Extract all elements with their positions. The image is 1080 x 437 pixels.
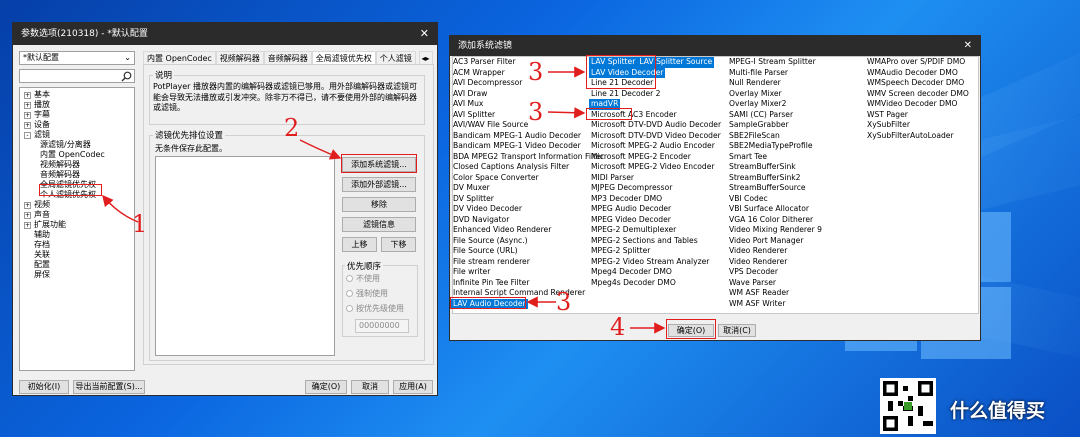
qr-code-icon [883, 381, 933, 431]
annotation-number-3b: 3 [528, 98, 544, 126]
annotation-number-1: 1 [132, 210, 148, 238]
watermark-text: 什么值得买 [950, 400, 1046, 422]
annotation-number-3a: 3 [528, 58, 544, 86]
annotation-number-4: 4 [610, 313, 626, 341]
qr-code [880, 378, 936, 434]
annotation-number-3c: 3 [556, 288, 572, 316]
annotation-number-2: 2 [284, 114, 300, 142]
